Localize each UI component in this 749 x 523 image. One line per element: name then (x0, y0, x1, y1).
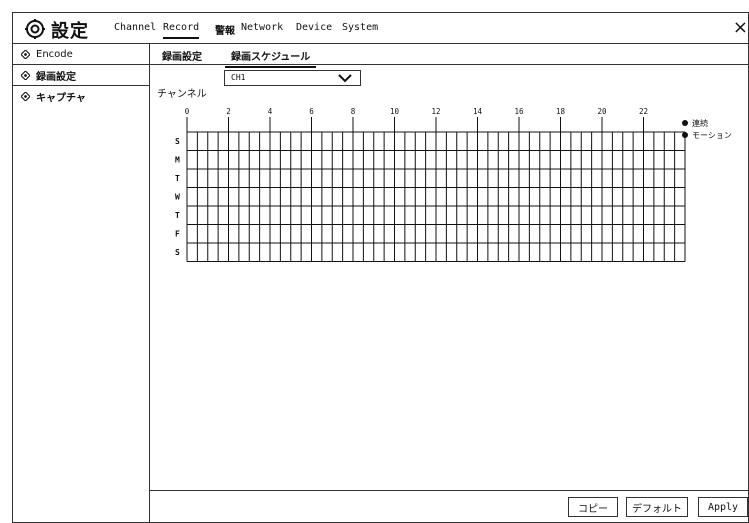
day-label: F (175, 230, 180, 239)
hour-label: 8 (351, 107, 356, 116)
diamond-icon (21, 49, 30, 59)
schedule-grid[interactable]: 0 2 4 6 8 10 12 14 16 18 20 22SMTWTFS (155, 102, 695, 270)
hour-label: 14 (473, 107, 483, 116)
day-label: W (175, 193, 180, 202)
legend-item-motion: モーション (682, 129, 732, 141)
sidebar-item-label: Encode (36, 48, 73, 60)
tab-bar: 録画設定 録画スケジュール (150, 44, 748, 68)
hour-label: 12 (431, 107, 440, 116)
apply-button[interactable]: Apply (698, 497, 748, 517)
menu-record[interactable]: Record (163, 22, 200, 39)
hour-label: 6 (309, 107, 314, 116)
menu-network[interactable]: Network (241, 22, 283, 33)
page-title: 設定 (51, 21, 89, 42)
close-icon[interactable]: × (733, 17, 748, 38)
channel-select-value: CH1 (231, 73, 246, 82)
day-label: T (175, 211, 180, 220)
day-label: S (175, 248, 180, 257)
legend: 連続 モーション (682, 117, 732, 141)
sidebar-item-capture[interactable]: キャプチャ (13, 86, 149, 107)
channel-label: チャンネル (157, 89, 207, 100)
menu-alarm[interactable]: 警報 (215, 22, 235, 37)
legend-label: モーション (692, 130, 732, 140)
tab-record-settings[interactable]: 録画設定 (162, 48, 202, 63)
menu-system[interactable]: System (342, 22, 378, 33)
hour-label: 2 (226, 107, 231, 116)
top-menu-bar: 設定 Channel Record 警報 Network Device Syst… (13, 13, 748, 44)
menu-device[interactable]: Device (296, 22, 332, 33)
sidebar-item-record-settings[interactable]: 録画設定 (13, 65, 149, 86)
hour-label: 4 (268, 107, 273, 116)
hour-label: 22 (639, 107, 648, 116)
hour-label: 10 (390, 107, 400, 116)
hour-label: 0 (185, 107, 190, 116)
menu-channel[interactable]: Channel (114, 22, 156, 33)
day-label: M (175, 156, 180, 165)
legend-label: 連続 (692, 118, 708, 128)
hour-label: 16 (514, 107, 524, 116)
legend-item-continuous: 連続 (682, 117, 732, 129)
default-button[interactable]: デフォルト (626, 497, 688, 517)
diamond-icon (21, 70, 30, 80)
sidebar-item-label: キャプチャ (36, 93, 86, 104)
day-label: S (175, 137, 180, 146)
bottom-action-bar: コピー デフォルト Apply (150, 490, 748, 522)
legend-dot (682, 132, 688, 138)
sidebar-item-label: 録画設定 (36, 71, 76, 83)
legend-dot (682, 120, 688, 126)
chevron-down-icon (338, 74, 352, 83)
tab-record-schedule[interactable]: 録画スケジュール (224, 48, 317, 68)
hour-label: 18 (556, 107, 566, 116)
sidebar: Encode 録画設定 キャプチャ (13, 44, 150, 522)
copy-button[interactable]: コピー (568, 497, 618, 517)
sidebar-item-encode[interactable]: Encode (13, 44, 149, 65)
diamond-icon (21, 92, 30, 101)
day-label: T (175, 174, 180, 183)
gear-icon (25, 19, 45, 39)
channel-select[interactable]: CH1 (224, 70, 361, 86)
hour-label: 20 (597, 107, 607, 116)
